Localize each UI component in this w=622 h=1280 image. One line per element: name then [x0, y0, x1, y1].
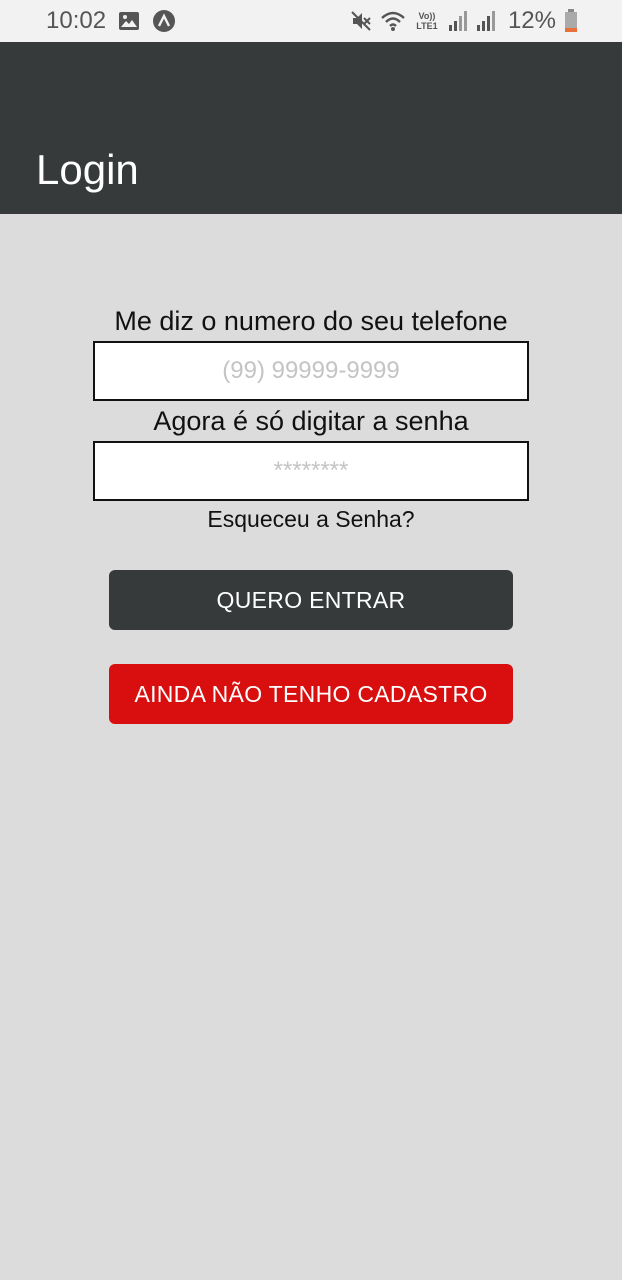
signal-icon: [476, 10, 496, 32]
battery-icon: [564, 9, 578, 33]
password-label: Agora é só digitar a senha: [153, 406, 469, 436]
register-button[interactable]: AINDA NÃO TENHO CADASTRO: [109, 664, 513, 724]
status-time: 10:02: [46, 7, 107, 34]
phone-input[interactable]: [93, 341, 529, 401]
signal-icon: [448, 10, 468, 32]
forgot-password-link[interactable]: Esqueceu a Senha?: [0, 506, 622, 533]
battery-percentage: 12%: [507, 7, 556, 34]
login-button[interactable]: QUERO ENTRAR: [109, 570, 513, 630]
password-input[interactable]: [93, 441, 529, 501]
phone-label: Me diz o numero do seu telefone: [114, 306, 508, 336]
status-bar: 10:02 Vo)) LTE1 12%: [0, 0, 622, 42]
volte-icon: Vo)) LTE1: [416, 11, 438, 31]
page-title: Login: [36, 146, 139, 193]
app-notification-icon: [152, 9, 176, 33]
mute-icon: [350, 10, 372, 32]
image-icon: [118, 11, 140, 31]
app-bar: Login: [0, 42, 622, 214]
status-left: 10:02: [46, 7, 176, 35]
status-right: Vo)) LTE1 12%: [350, 7, 578, 35]
wifi-icon: [380, 10, 406, 32]
